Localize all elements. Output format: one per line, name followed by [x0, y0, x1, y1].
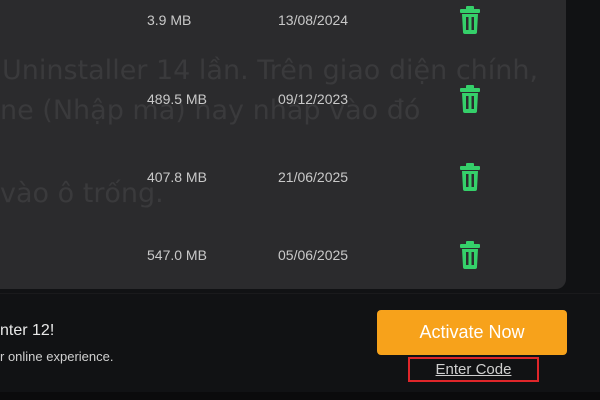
app-size: 489.5 MB [147, 91, 207, 107]
window-bottom-edge [0, 392, 600, 400]
app-row: 407.8 MB 21/06/2025 [0, 157, 566, 197]
trash-icon[interactable] [459, 6, 481, 34]
app-date: 13/08/2024 [278, 12, 349, 28]
app-row: 547.0 MB 05/06/2025 [0, 235, 566, 275]
app-date: 21/06/2025 [278, 169, 349, 185]
app-row: 3.9 MB 13/08/2024 [0, 0, 566, 40]
app-size: 3.9 MB [147, 12, 192, 28]
app-size: 407.8 MB [147, 169, 207, 185]
promo-title: nter 12! [0, 322, 55, 339]
trash-icon[interactable] [459, 163, 481, 191]
app-size: 547.0 MB [147, 247, 207, 263]
app-row: 489.5 MB 09/12/2023 [0, 79, 566, 119]
app-list-panel: Uninstaller 14 lần. Trên giao diện chính… [0, 0, 566, 289]
divider [0, 293, 600, 294]
activate-now-button[interactable]: Activate Now [377, 310, 567, 355]
app-date: 09/12/2023 [278, 91, 349, 107]
promo-subtitle: r online experience. [0, 349, 114, 364]
app-date: 05/06/2025 [278, 247, 349, 263]
trash-icon[interactable] [459, 241, 481, 269]
enter-code-link[interactable]: Enter Code [410, 359, 537, 380]
enter-code-highlight: Enter Code [408, 357, 539, 382]
trash-icon[interactable] [459, 85, 481, 113]
